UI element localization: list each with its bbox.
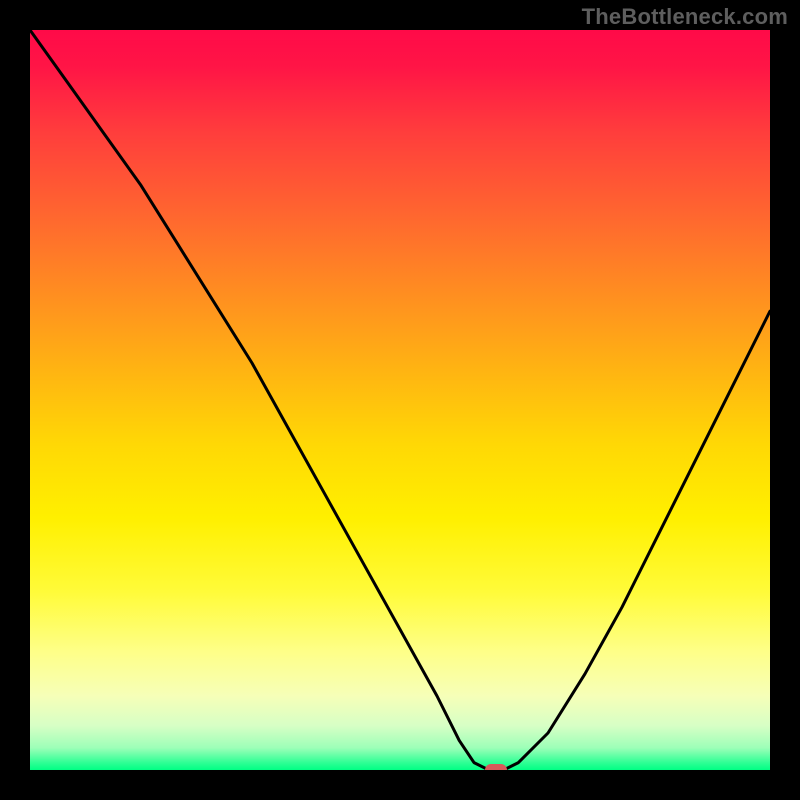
plot-area (30, 30, 770, 770)
chart-frame: TheBottleneck.com (0, 0, 800, 800)
optimal-point-marker (485, 764, 507, 770)
attribution-text: TheBottleneck.com (582, 4, 788, 30)
bottleneck-curve (30, 30, 770, 770)
curve-path (30, 30, 770, 770)
